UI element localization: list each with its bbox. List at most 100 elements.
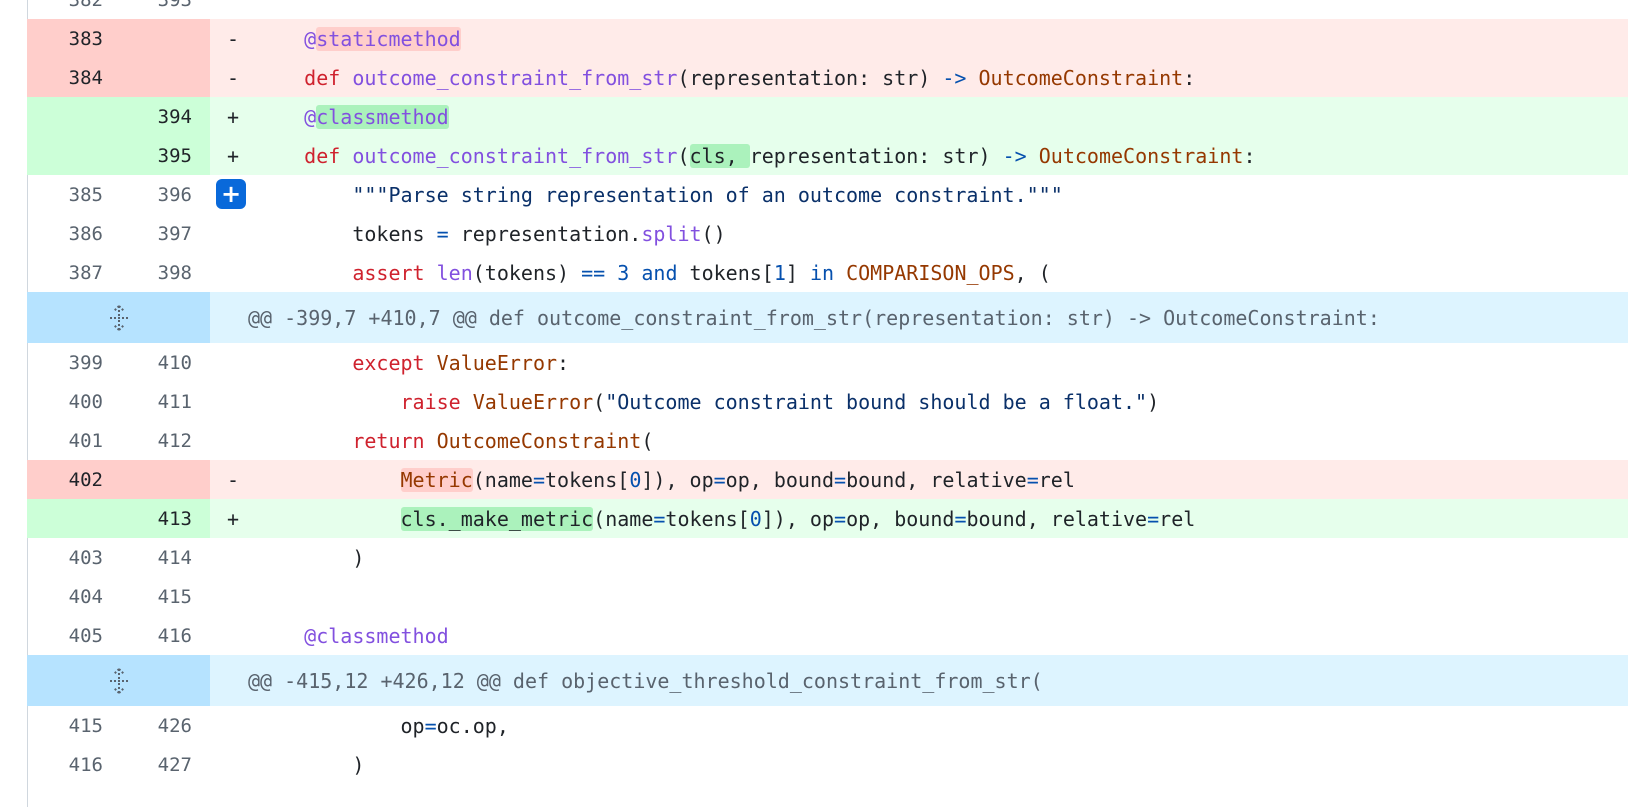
context-line: 387 398 assert len (tokens) == 3 and token…: [27, 253, 1628, 292]
old-line-number[interactable]: [27, 97, 121, 136]
code-token: @classmethod: [304, 623, 449, 648]
code-content: def outcome_constraint_from_str (represen…: [256, 58, 1628, 97]
code-token: 0: [749, 506, 762, 531]
code-token: =: [424, 713, 437, 738]
code-token: rel: [1038, 467, 1075, 492]
code-token: op, bound: [846, 506, 955, 531]
code-token: """Parse string representation of an out…: [352, 182, 1063, 207]
code-token: ValueError: [436, 350, 558, 375]
code-token: (: [593, 389, 606, 414]
diff-sign: -: [226, 467, 240, 492]
code-token: (tokens): [472, 260, 582, 285]
code-token: ): [352, 545, 365, 570]
code-token: =: [834, 467, 847, 492]
added-line: 413 + cls._make_metric (name = tokens[0]), o…: [27, 499, 1628, 538]
code-token: (): [701, 221, 726, 246]
new-line-number[interactable]: 427: [121, 745, 210, 784]
old-line-number[interactable]: 384: [27, 58, 121, 97]
new-line-number[interactable]: 426: [121, 706, 210, 745]
code-token: (name: [472, 467, 533, 492]
code-token: def: [304, 65, 353, 90]
code-token: def: [304, 143, 353, 168]
code-token: outcome_constraint_from_str: [352, 65, 678, 90]
code-content: def outcome_constraint_from_str(cls, rep…: [256, 136, 1628, 175]
code-token: classmethod: [316, 104, 449, 129]
code-token: (: [677, 143, 690, 168]
expand-hunk-icon[interactable]: [27, 655, 210, 706]
old-line-number[interactable]: 416: [27, 745, 121, 784]
old-line-number[interactable]: [27, 499, 121, 538]
hunk-header-text: @@ -399,7 +410,7 @@ def outcome_constrai…: [248, 305, 1380, 330]
add-comment-button[interactable]: +: [216, 179, 246, 209]
context-line: 415 426 op = oc.op,: [27, 706, 1628, 745]
code-token: representation: str): [749, 143, 1003, 168]
added-line: 395 + def outcome_constraint_from_str(cls…: [27, 136, 1628, 175]
old-line-number[interactable]: 404: [27, 577, 121, 616]
old-line-number[interactable]: 400: [27, 382, 121, 421]
new-line-number[interactable]: [121, 460, 210, 499]
new-line-number[interactable]: 410: [121, 343, 210, 382]
new-line-number[interactable]: [121, 58, 210, 97]
code-token: (: [641, 428, 654, 453]
old-line-number[interactable]: 399: [27, 343, 121, 382]
diff-view: 382 393 383 - @staticmethod 384 - def outco…: [27, 0, 1628, 784]
hunk-header: @@ -399,7 +410,7 @@ def outcome_constrai…: [27, 292, 1628, 343]
old-line-number[interactable]: 401: [27, 421, 121, 460]
old-line-number[interactable]: 402: [27, 460, 121, 499]
new-line-number[interactable]: 396 +: [121, 175, 246, 214]
old-line-number[interactable]: 405: [27, 616, 121, 655]
code-token: :: [1183, 65, 1196, 90]
code-token: =: [532, 467, 546, 492]
old-line-number[interactable]: [27, 136, 121, 175]
code-token: tokens[: [665, 506, 750, 531]
context-line: 385 396 + """Parse string representation o…: [27, 175, 1628, 214]
code-token: =: [834, 506, 847, 531]
hunk-header-text: @@ -415,12 +426,12 @@ def objective_thre…: [248, 668, 1043, 693]
code-token: op, bound: [725, 467, 835, 492]
code-token: =: [1147, 506, 1160, 531]
code-token: ==: [581, 260, 606, 285]
new-line-number[interactable]: 411: [121, 382, 210, 421]
new-line-number[interactable]: 397: [121, 214, 210, 253]
new-line-number[interactable]: [121, 19, 210, 58]
expand-hunk-icon[interactable]: [27, 292, 210, 343]
new-line-number[interactable]: 413: [121, 499, 210, 538]
diff-sign: -: [226, 65, 240, 90]
new-line-number[interactable]: 393: [121, 0, 210, 19]
code-token: ]), op: [641, 467, 714, 492]
code-content: @classmethod: [256, 97, 1628, 136]
code-token: @: [304, 26, 317, 51]
code-token: (representation: str): [677, 65, 943, 90]
code-token: OutcomeConstraint: [978, 65, 1184, 90]
new-line-number[interactable]: 412: [121, 421, 210, 460]
code-content: """Parse string representation of an out…: [256, 175, 1628, 214]
old-line-number[interactable]: 383: [27, 19, 121, 58]
context-line: 386 397 tokens = representation. split(): [27, 214, 1628, 253]
old-line-number[interactable]: 415: [27, 706, 121, 745]
old-line-number[interactable]: 387: [27, 253, 121, 292]
code-token: =: [954, 506, 967, 531]
context-line: 399 410 except ValueError:: [27, 343, 1628, 382]
code-token: staticmethod: [316, 26, 461, 51]
old-line-number[interactable]: 382: [27, 0, 121, 19]
code-token: op: [400, 713, 425, 738]
new-line-number[interactable]: 398: [121, 253, 210, 292]
code-content: return OutcomeConstraint(: [256, 421, 1628, 460]
code-token: tokens[: [677, 260, 774, 285]
code-token: =: [713, 467, 726, 492]
old-line-number[interactable]: 386: [27, 214, 121, 253]
old-line-number[interactable]: 385: [27, 175, 121, 214]
old-line-number[interactable]: 403: [27, 538, 121, 577]
code-token: 1: [773, 260, 786, 285]
new-line-number[interactable]: 415: [121, 577, 210, 616]
diff-sign: +: [226, 143, 240, 168]
new-line-number[interactable]: 395: [121, 136, 210, 175]
new-line-number[interactable]: 394: [121, 97, 210, 136]
new-line-number[interactable]: 416: [121, 616, 210, 655]
code-token: assert: [352, 260, 437, 285]
context-line: 403 414 ): [27, 538, 1628, 577]
code-content: except ValueError:: [256, 343, 1628, 382]
code-token: except: [352, 350, 437, 375]
new-line-number[interactable]: 414: [121, 538, 210, 577]
